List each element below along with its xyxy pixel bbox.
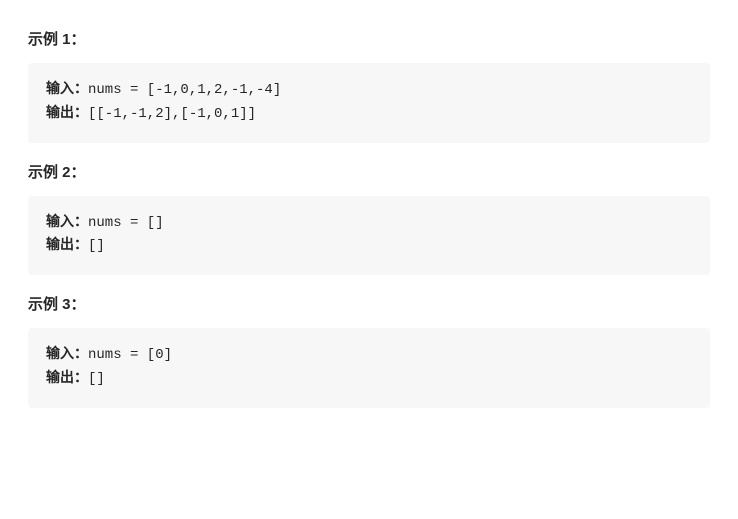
input-line-3: 输入：nums = [0] <box>46 344 692 368</box>
input-line-1: 输入：nums = [-1,0,1,2,-1,-4] <box>46 79 692 103</box>
example-heading-1: 示例 1： <box>28 28 710 49</box>
input-label: 输入： <box>46 347 88 363</box>
output-line-1: 输出：[[-1,-1,2],[-1,0,1]] <box>46 103 692 127</box>
output-label: 输出： <box>46 106 88 122</box>
input-value: nums = [] <box>88 215 164 231</box>
output-label: 输出： <box>46 371 88 387</box>
example-heading-3: 示例 3： <box>28 293 710 314</box>
code-block-1: 输入：nums = [-1,0,1,2,-1,-4] 输出：[[-1,-1,2]… <box>28 63 710 143</box>
output-value: [[-1,-1,2],[-1,0,1]] <box>88 106 256 122</box>
output-value: [] <box>88 238 105 254</box>
input-line-2: 输入：nums = [] <box>46 212 692 236</box>
input-value: nums = [0] <box>88 347 172 363</box>
code-block-2: 输入：nums = [] 输出：[] <box>28 196 710 276</box>
input-label: 输入： <box>46 82 88 98</box>
output-line-2: 输出：[] <box>46 235 692 259</box>
input-label: 输入： <box>46 215 88 231</box>
input-value: nums = [-1,0,1,2,-1,-4] <box>88 82 281 98</box>
output-label: 输出： <box>46 238 88 254</box>
output-value: [] <box>88 371 105 387</box>
code-block-3: 输入：nums = [0] 输出：[] <box>28 328 710 408</box>
example-heading-2: 示例 2： <box>28 161 710 182</box>
output-line-3: 输出：[] <box>46 368 692 392</box>
